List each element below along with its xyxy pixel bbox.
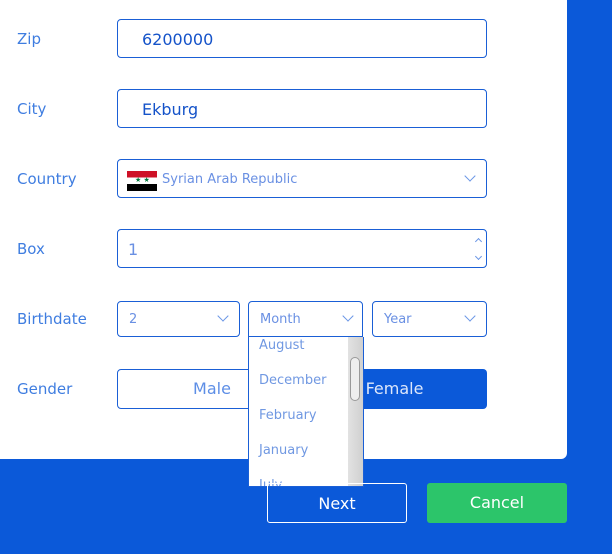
month-option[interactable]: January (259, 443, 308, 458)
chevron-down-icon (464, 170, 476, 182)
day-select[interactable]: 2 (117, 301, 240, 337)
male-label: Male (193, 379, 231, 398)
country-select[interactable]: ★ ★ Syrian Arab Republic (117, 159, 487, 198)
month-dropdown-list[interactable]: August December February January July (248, 337, 364, 487)
country-value: Syrian Arab Republic (162, 172, 298, 187)
zip-value: 6200000 (142, 30, 214, 49)
year-select[interactable]: Year (372, 301, 487, 337)
month-value: Month (260, 312, 301, 327)
box-value: 1 (128, 240, 139, 259)
cancel-button[interactable]: Cancel (427, 483, 567, 523)
chevron-down-icon (342, 310, 354, 322)
month-option[interactable]: February (259, 408, 317, 423)
scrollbar[interactable] (348, 337, 363, 486)
birthdate-label: Birthdate (17, 310, 87, 328)
female-label: Female (365, 379, 424, 398)
day-value: 2 (129, 312, 138, 327)
next-button[interactable]: Next (267, 483, 407, 523)
decrement-icon[interactable] (474, 252, 483, 261)
city-value: Ekburg (142, 100, 199, 119)
country-label: Country (17, 170, 77, 188)
chevron-down-icon (217, 310, 229, 322)
increment-icon[interactable] (474, 237, 483, 246)
year-value: Year (384, 312, 412, 327)
city-label: City (17, 100, 47, 118)
scrollbar-thumb[interactable] (350, 357, 360, 401)
month-option[interactable]: August (259, 338, 305, 353)
box-number-input[interactable]: 1 (117, 229, 487, 268)
zip-input[interactable]: 6200000 (117, 19, 487, 58)
city-input[interactable]: Ekburg (117, 89, 487, 128)
syria-flag-icon: ★ ★ (127, 171, 157, 191)
zip-label: Zip (17, 30, 41, 48)
box-label: Box (17, 240, 45, 258)
month-select[interactable]: Month (248, 301, 363, 337)
chevron-down-icon (464, 310, 476, 322)
gender-label: Gender (17, 380, 73, 398)
month-option[interactable]: December (259, 373, 326, 388)
